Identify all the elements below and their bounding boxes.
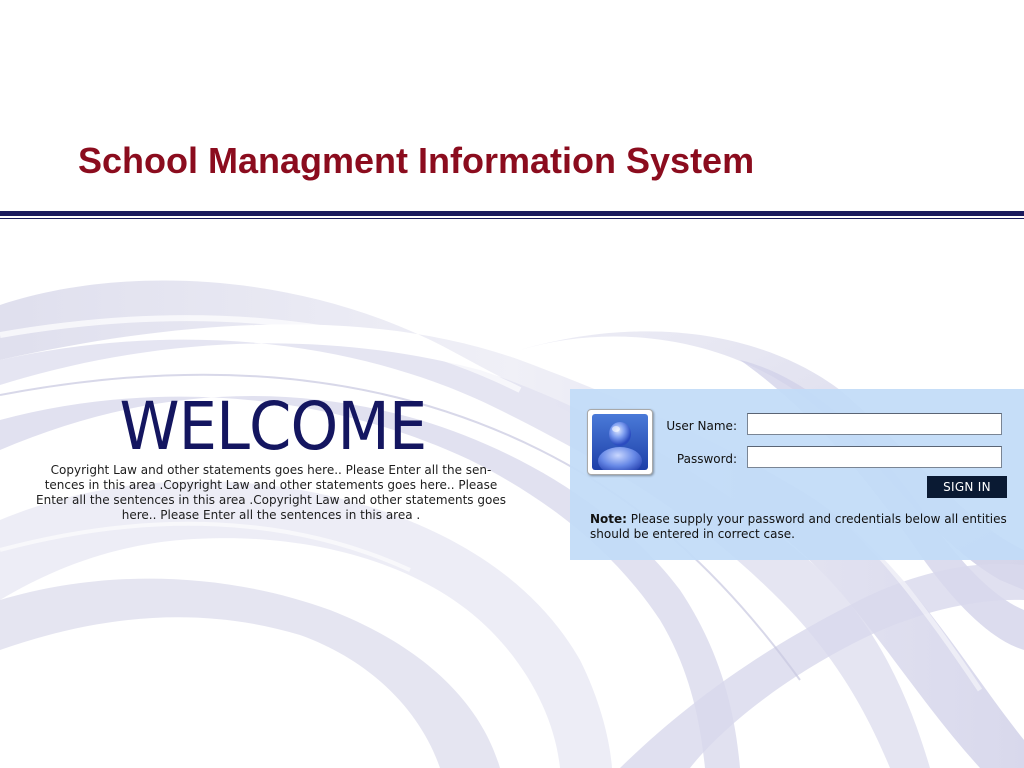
- note-text: Please supply your password and credenti…: [590, 512, 1007, 541]
- password-label: Password:: [676, 452, 737, 466]
- password-input[interactable]: [747, 446, 1002, 468]
- header-divider-thin: [0, 218, 1024, 219]
- login-page: School Managment Information System WELC…: [0, 0, 1024, 768]
- header: School Managment Information System: [0, 0, 1024, 212]
- welcome-heading: WELCOME: [119, 388, 428, 465]
- header-divider-thick: [0, 211, 1024, 216]
- login-panel: User Name: Password: SIGN IN Note: Pleas…: [570, 389, 1024, 560]
- welcome-copyright-text: Copyright Law and other statements goes …: [36, 463, 506, 522]
- sign-in-button[interactable]: SIGN IN: [927, 476, 1007, 498]
- note-label: Note:: [590, 512, 627, 526]
- username-label: User Name:: [666, 419, 737, 433]
- username-input[interactable]: [747, 413, 1002, 435]
- login-note: Note: Please supply your password and cr…: [590, 512, 1014, 542]
- app-title: School Managment Information System: [78, 140, 755, 181]
